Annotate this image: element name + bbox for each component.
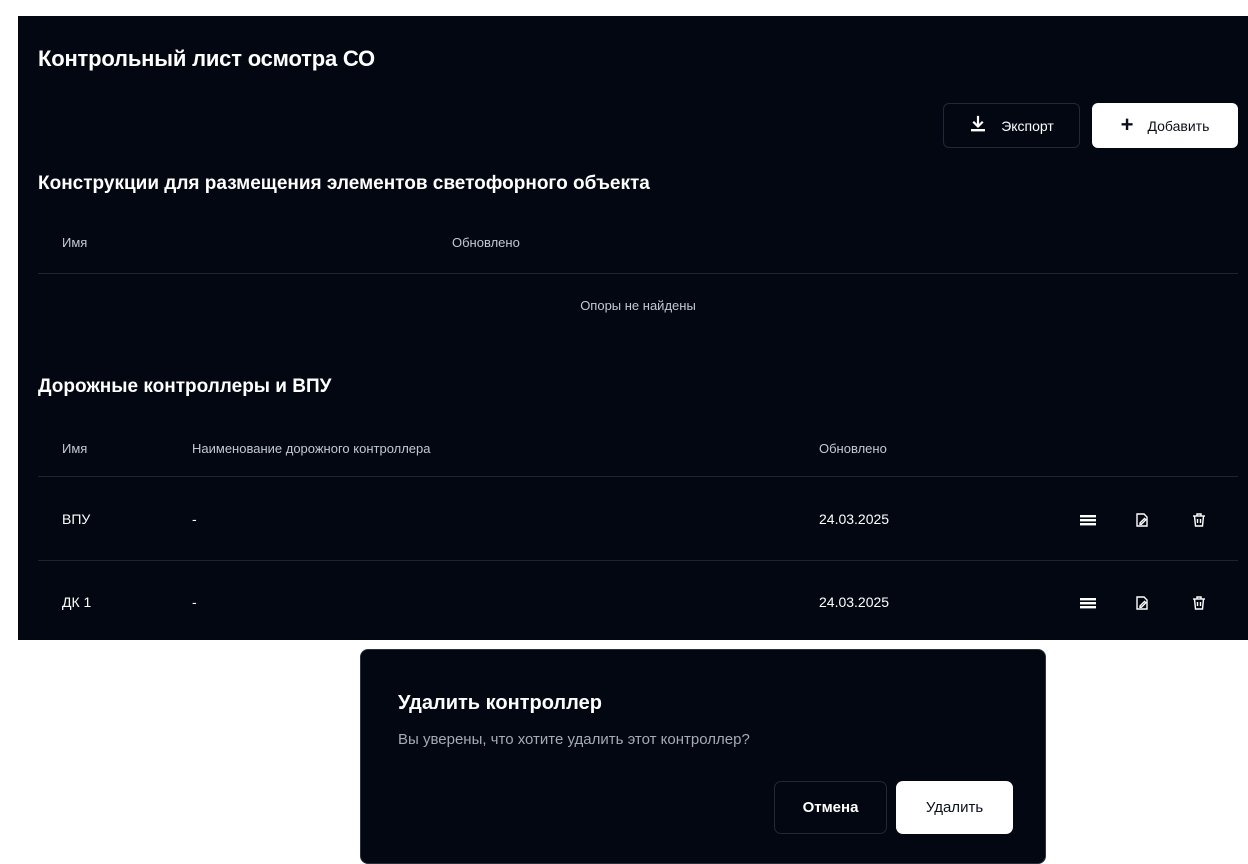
delete-button[interactable]: Удалить [896, 781, 1013, 834]
plus-icon: + [1120, 111, 1134, 137]
divider [38, 560, 1238, 561]
row-controller-name: - [192, 594, 197, 610]
divider [38, 273, 1238, 274]
edit-document-icon[interactable] [1132, 593, 1152, 613]
row-controller-name: - [192, 511, 197, 527]
edit-document-icon[interactable] [1132, 510, 1152, 530]
main-panel: Контрольный лист осмотра СО Экспорт + До… [18, 16, 1248, 640]
supports-column-name: Имя [62, 235, 88, 250]
divider [38, 476, 1238, 477]
add-button[interactable]: + Добавить [1092, 103, 1238, 148]
controllers-section-title: Дорожные контроллеры и ВПУ [38, 376, 332, 397]
page-title: Контрольный лист осмотра СО [38, 46, 375, 71]
supports-column-updated: Обновлено [452, 235, 520, 250]
controllers-column-name: Имя [62, 441, 88, 456]
supports-section-title: Конструкции для размещения элементов све… [38, 173, 650, 194]
cancel-button[interactable]: Отмена [774, 781, 887, 834]
row-name: ВПУ [62, 511, 91, 527]
menu-icon[interactable] [1078, 593, 1098, 613]
row-updated: 24.03.2025 [819, 594, 890, 610]
dialog-message: Вы уверены, что хотите удалить этот конт… [398, 731, 750, 748]
dialog-title: Удалить контроллер [398, 692, 602, 714]
controllers-column-updated: Обновлено [819, 441, 887, 456]
export-button[interactable]: Экспорт [943, 103, 1080, 148]
row-updated: 24.03.2025 [819, 511, 890, 527]
menu-icon[interactable] [1078, 510, 1098, 530]
add-label: Добавить [1147, 117, 1210, 134]
export-label: Экспорт [1001, 117, 1054, 134]
controllers-column-controller-name: Наименование дорожного контроллера [192, 441, 431, 456]
supports-empty-state: Опоры не найдены [580, 298, 696, 313]
trash-icon[interactable] [1189, 510, 1209, 530]
download-icon [969, 115, 987, 136]
delete-controller-dialog: Удалить контроллер Вы уверены, что хотит… [360, 649, 1046, 864]
row-name: ДК 1 [62, 594, 92, 610]
trash-icon[interactable] [1189, 593, 1209, 613]
